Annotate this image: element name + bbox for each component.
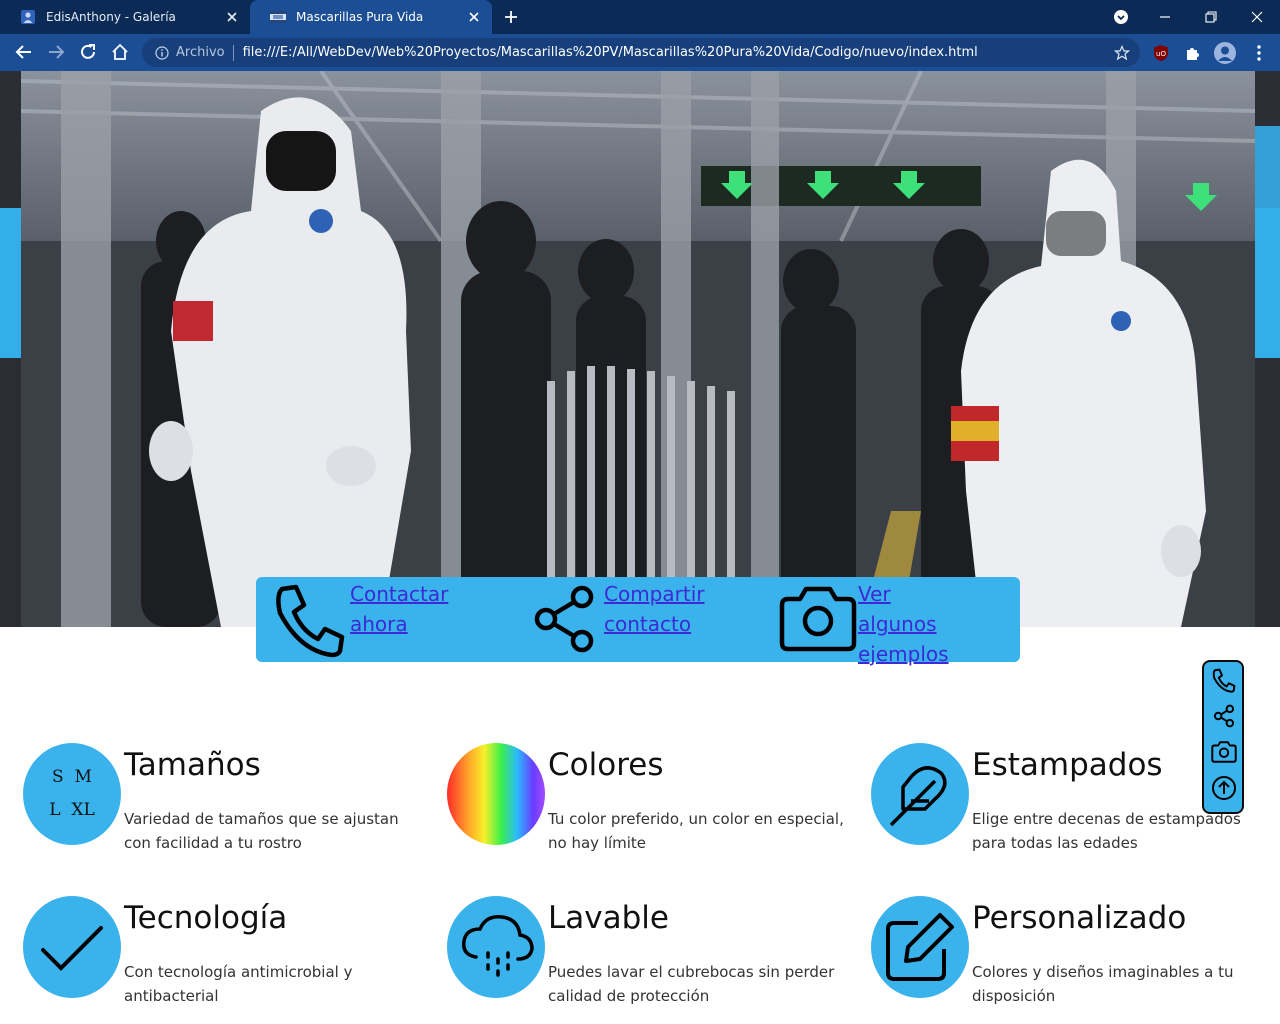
profile-avatar-icon[interactable] bbox=[1214, 42, 1236, 64]
share-contact-link[interactable]: Compartir contacto bbox=[604, 579, 714, 639]
size-s-label: S bbox=[52, 767, 64, 787]
reload-icon bbox=[81, 44, 95, 59]
security-label: Archivo bbox=[176, 45, 225, 60]
browser-menu-button[interactable] bbox=[1248, 42, 1270, 64]
contact-now-link[interactable]: Contactar ahora bbox=[350, 579, 460, 639]
size-m-label: M bbox=[74, 767, 92, 787]
feature-title: Tecnología bbox=[124, 900, 288, 936]
plus-icon bbox=[505, 11, 517, 23]
rainbow-icon bbox=[447, 743, 545, 845]
arrow-up-circle-icon bbox=[1212, 776, 1236, 800]
see-examples-action: Ver algunos ejemplos bbox=[778, 577, 968, 666]
feature-title: Personalizado bbox=[972, 900, 1187, 936]
divider bbox=[232, 44, 234, 61]
kebab-menu-icon bbox=[1257, 45, 1261, 61]
restore-icon bbox=[1205, 11, 1217, 23]
tab-title: Mascarillas Pura Vida bbox=[296, 10, 424, 24]
feature-description: Variedad de tamaños que se ajustan con f… bbox=[124, 810, 399, 852]
tab-title: EdisAnthony - Galería bbox=[46, 10, 176, 24]
size-xl-label: XL bbox=[71, 800, 95, 820]
profile-icon bbox=[20, 9, 36, 25]
size-l-label: L bbox=[49, 800, 61, 820]
extensions-puzzle-icon[interactable] bbox=[1182, 42, 1204, 64]
feature-description: Tu color preferido, un color en especial… bbox=[548, 810, 844, 852]
floating-scroll-top-button[interactable] bbox=[1210, 774, 1238, 802]
close-tab-icon[interactable] bbox=[466, 9, 482, 25]
svg-text:uO: uO bbox=[1156, 50, 1166, 58]
carousel-right-edge bbox=[1255, 71, 1280, 627]
home-icon bbox=[112, 43, 128, 60]
url-text[interactable]: file:///E:/All/WebDev/Web%20Proyectos/Ma… bbox=[243, 45, 1112, 60]
feature-tecnologia: Tecnología Con tecnología antimicrobial … bbox=[23, 896, 423, 1006]
feature-tamanos: S M L XL Tamaños Variedad de tamaños que… bbox=[23, 743, 423, 853]
cloud-rain-icon bbox=[447, 896, 545, 998]
tab-galeria[interactable]: EdisAnthony - Galería bbox=[0, 0, 250, 34]
floating-phone-button[interactable] bbox=[1210, 666, 1238, 694]
feather-icon bbox=[871, 743, 969, 845]
phone-icon bbox=[1212, 668, 1236, 693]
ublock-extension-icon[interactable]: uO bbox=[1150, 42, 1172, 64]
share-icon bbox=[1213, 704, 1235, 728]
info-icon[interactable] bbox=[154, 45, 170, 61]
restore-button[interactable] bbox=[1188, 0, 1234, 34]
arrow-right-icon bbox=[49, 45, 65, 59]
feature-description: Elige entre decenas de estampados para t… bbox=[972, 810, 1241, 852]
site-favicon-icon bbox=[270, 9, 286, 25]
share-contact-action: Compartir contacto bbox=[524, 577, 714, 662]
feature-description: Con tecnología antimicrobial y antibacte… bbox=[124, 963, 353, 1005]
minimize-icon bbox=[1160, 16, 1170, 18]
feature-title: Colores bbox=[548, 747, 664, 783]
feature-title: Lavable bbox=[548, 900, 669, 936]
forward-button[interactable] bbox=[44, 40, 68, 64]
browser-tab-strip: EdisAnthony - Galería Mascarillas Pura V… bbox=[0, 0, 1280, 34]
minimize-button[interactable] bbox=[1142, 0, 1188, 34]
reload-button[interactable] bbox=[76, 40, 100, 64]
close-window-button[interactable] bbox=[1234, 0, 1280, 34]
tab-search-button[interactable] bbox=[1098, 0, 1144, 34]
arrow-left-icon bbox=[15, 45, 31, 59]
sizes-icon: S M L XL bbox=[23, 743, 121, 845]
hero-photo-illustration bbox=[21, 71, 1255, 627]
close-icon bbox=[1251, 11, 1263, 23]
feature-lavable: Lavable Puedes lavar el cubrebocas sin p… bbox=[447, 896, 847, 1006]
feature-description: Puedes lavar el cubrebocas sin perder ca… bbox=[548, 963, 835, 1005]
feature-description: Colores y diseños imaginables a tu dispo… bbox=[972, 963, 1234, 1005]
chevron-down-circle-icon bbox=[1114, 10, 1128, 24]
carousel-left-edge bbox=[0, 71, 21, 627]
home-button[interactable] bbox=[108, 40, 132, 64]
share-icon[interactable] bbox=[524, 579, 604, 659]
tab-mascarillas[interactable]: Mascarillas Pura Vida bbox=[250, 0, 492, 34]
edit-icon bbox=[871, 896, 969, 998]
browser-toolbar: Archivo file:///E:/All/WebDev/Web%20Proy… bbox=[0, 34, 1280, 71]
phone-icon[interactable] bbox=[270, 579, 350, 659]
camera-icon bbox=[1211, 741, 1237, 763]
floating-camera-button[interactable] bbox=[1210, 738, 1238, 766]
back-button[interactable] bbox=[12, 40, 36, 64]
hero-photo bbox=[21, 71, 1255, 627]
check-icon bbox=[23, 896, 121, 998]
contact-action-bar: Contactar ahora Compartir contacto Ver a… bbox=[256, 577, 1020, 666]
see-examples-link[interactable]: Ver algunos ejemplos bbox=[858, 579, 968, 669]
feature-title: Tamaños bbox=[124, 747, 261, 783]
floating-share-button[interactable] bbox=[1210, 702, 1238, 730]
camera-icon[interactable] bbox=[778, 579, 858, 659]
contact-now-action: Contactar ahora bbox=[270, 577, 460, 662]
close-tab-icon[interactable] bbox=[224, 9, 240, 25]
feature-personalizado: Personalizado Colores y diseños imaginab… bbox=[871, 896, 1271, 1006]
bookmark-star-icon[interactable] bbox=[1112, 43, 1132, 63]
floating-quick-menu bbox=[1202, 660, 1244, 814]
address-bar[interactable]: Archivo file:///E:/All/WebDev/Web%20Proy… bbox=[142, 38, 1140, 67]
new-tab-button[interactable] bbox=[500, 6, 522, 28]
feature-title: Estampados bbox=[972, 747, 1163, 783]
feature-colores: Colores Tu color preferido, un color en … bbox=[447, 743, 847, 853]
